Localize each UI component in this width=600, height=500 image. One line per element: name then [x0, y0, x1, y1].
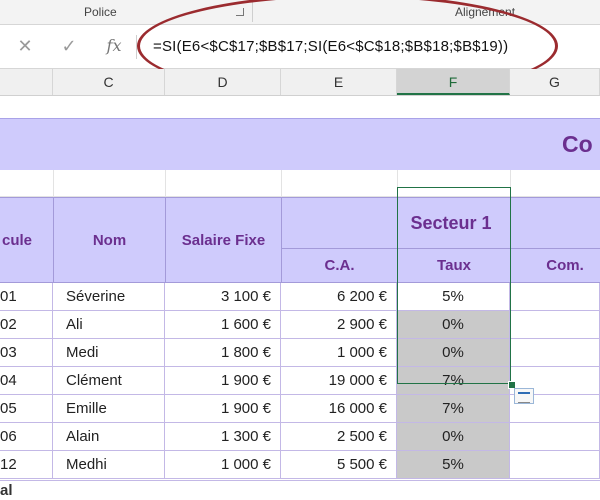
cell-ca[interactable]: 16 000 € [281, 395, 397, 422]
cell-nom[interactable]: Séverine [53, 283, 165, 310]
table-row: 02 Ali 1 600 € 2 900 € 0% [0, 311, 600, 339]
cell-id[interactable]: 02 [0, 311, 53, 338]
table-title: Co [562, 131, 593, 157]
ribbon-separator [252, 2, 253, 22]
column-header-c[interactable]: C [53, 69, 165, 95]
table-header: cule Nom Salaire Fixe Secteur 1 C.A. Tau… [0, 197, 600, 283]
total-label[interactable]: al [0, 481, 13, 500]
cell-ca[interactable]: 1 000 € [281, 339, 397, 366]
grid-line [510, 170, 511, 196]
cell-taux[interactable]: 7% [397, 395, 510, 422]
cell-nom[interactable]: Emille [53, 395, 165, 422]
cell-taux[interactable]: 5% [397, 451, 510, 478]
cell-nom[interactable]: Medi [53, 339, 165, 366]
cell-com[interactable] [510, 339, 600, 366]
cell-com[interactable] [510, 283, 600, 310]
cell-salaire[interactable]: 1 600 € [165, 311, 281, 338]
cell-taux[interactable]: 0% [397, 423, 510, 450]
table-row: 01 Séverine 3 100 € 6 200 € 5% [0, 283, 600, 311]
header-com[interactable]: Com. [510, 248, 600, 283]
formula-bar: ✕ ✓ fx =SI(E6<$C$17;$B$17;SI(E6<$C$18;$B… [0, 25, 600, 69]
cell-id[interactable]: 05 [0, 395, 53, 422]
cell-id[interactable]: 03 [0, 339, 53, 366]
formula-input[interactable]: =SI(E6<$C$17;$B$17;SI(E6<$C$18;$B$18;$B$… [153, 38, 508, 55]
header-salaire[interactable]: Salaire Fixe [165, 197, 282, 283]
ribbon-group-alignement: Alignement [455, 5, 516, 19]
column-header-g[interactable]: G [510, 69, 600, 95]
cell-taux[interactable]: 0% [397, 339, 510, 366]
column-header-e[interactable]: E [281, 69, 397, 95]
cell-id[interactable]: 06 [0, 423, 53, 450]
grid-line [165, 170, 166, 196]
table-row: 06 Alain 1 300 € 2 500 € 0% [0, 423, 600, 451]
cell-nom[interactable]: Ali [53, 311, 165, 338]
formula-bar-divider [136, 35, 137, 59]
grid-line [397, 170, 398, 196]
ribbon-group-labels: Police Alignement [0, 0, 600, 25]
quick-analysis-icon [518, 392, 530, 403]
header-matricule[interactable]: cule [0, 197, 54, 283]
cell-ca[interactable]: 5 500 € [281, 451, 397, 478]
table-row: 03 Medi 1 800 € 1 000 € 0% [0, 339, 600, 367]
cell-ca[interactable]: 19 000 € [281, 367, 397, 394]
cell-com[interactable] [510, 451, 600, 478]
cell-ca[interactable]: 6 200 € [281, 283, 397, 310]
table-row: 12 Medhi 1 000 € 5 500 € 5% [0, 451, 600, 479]
empty-row[interactable] [0, 96, 600, 119]
cell-salaire[interactable]: 1 000 € [165, 451, 281, 478]
column-header-partial[interactable] [0, 69, 53, 95]
cell-id[interactable]: 12 [0, 451, 53, 478]
cell-taux[interactable]: 5% [397, 283, 510, 310]
cell-ca[interactable]: 2 900 € [281, 311, 397, 338]
cell-taux[interactable]: 7% [397, 367, 510, 394]
header-secteur[interactable]: Secteur 1 [281, 197, 600, 249]
cell-nom[interactable]: Medhi [53, 451, 165, 478]
header-nom[interactable]: Nom [53, 197, 166, 283]
cell-com[interactable] [510, 423, 600, 450]
cell-nom[interactable]: Clément [53, 367, 165, 394]
header-taux[interactable]: Taux [397, 248, 511, 283]
check-icon[interactable]: ✓ [58, 33, 80, 59]
worksheet-grid: Co cule Nom Salaire Fixe Secteur 1 C.A. … [0, 96, 600, 499]
header-ca[interactable]: C.A. [281, 248, 398, 283]
grid-line [53, 170, 54, 196]
cell-salaire[interactable]: 1 800 € [165, 339, 281, 366]
column-headers: C D E F G [0, 69, 600, 96]
cell-id[interactable]: 01 [0, 283, 53, 310]
cell-taux[interactable]: 0% [397, 311, 510, 338]
cell-salaire[interactable]: 1 900 € [165, 367, 281, 394]
column-header-f[interactable]: F [397, 69, 510, 95]
cell-nom[interactable]: Alain [53, 423, 165, 450]
cell-salaire[interactable]: 1 900 € [165, 395, 281, 422]
title-band: Co [0, 118, 600, 171]
ribbon-group-police: Police [84, 5, 117, 19]
cell-com[interactable] [510, 311, 600, 338]
cell-id[interactable]: 04 [0, 367, 53, 394]
column-header-d[interactable]: D [165, 69, 281, 95]
table-row: 05 Emille 1 900 € 16 000 € 7% [0, 395, 600, 423]
close-icon[interactable]: ✕ [14, 33, 36, 59]
cell-salaire[interactable]: 1 300 € [165, 423, 281, 450]
cell-salaire[interactable]: 3 100 € [165, 283, 281, 310]
total-row: al [0, 480, 600, 500]
dialog-launcher-icon[interactable] [236, 8, 244, 16]
formula-bar-buttons: ✕ ✓ fx [0, 33, 135, 59]
grid-line [281, 170, 282, 196]
quick-analysis-button[interactable] [514, 388, 534, 404]
cell-ca[interactable]: 2 500 € [281, 423, 397, 450]
fx-icon[interactable]: fx [103, 33, 125, 59]
